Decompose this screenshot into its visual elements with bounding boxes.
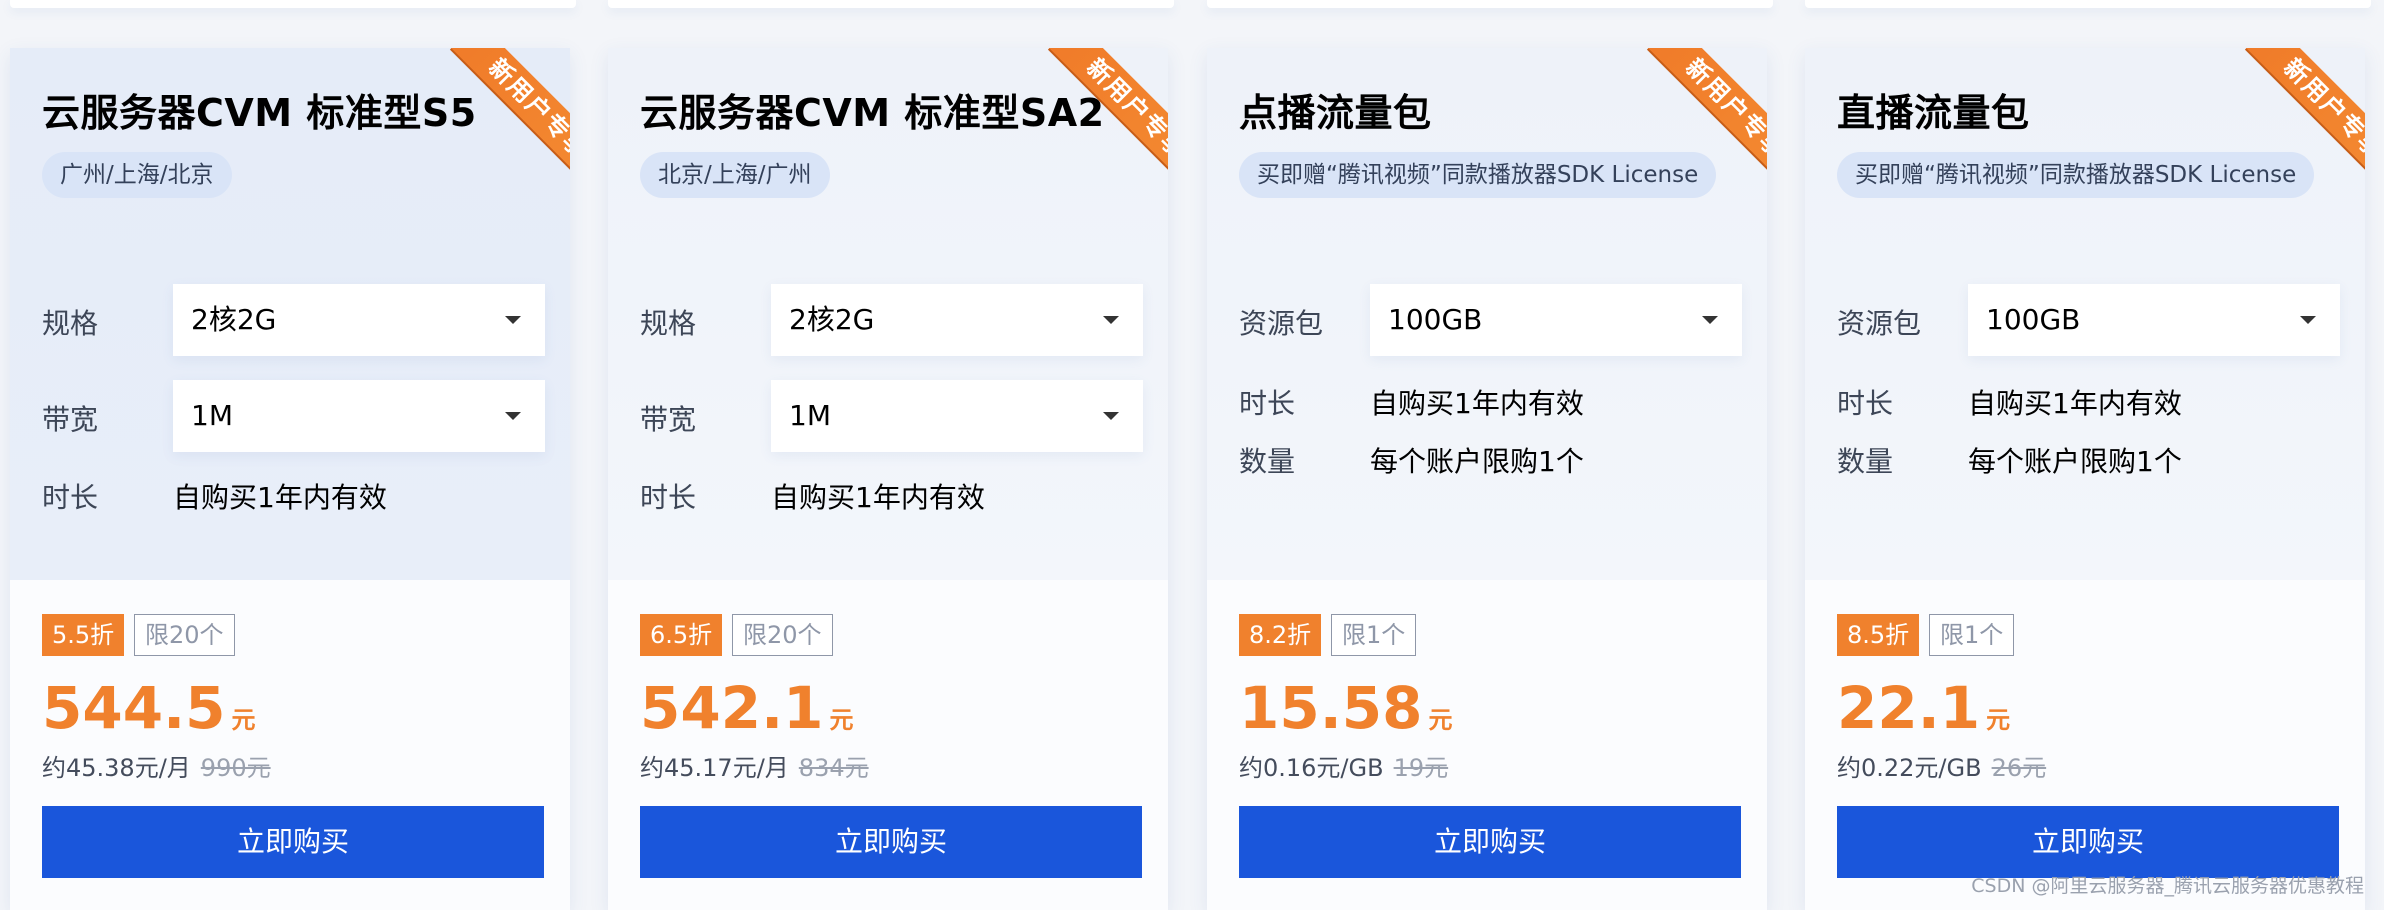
chevron-down-icon [1103, 412, 1119, 420]
per-unit-price: 约0.22元/GB [1837, 754, 1982, 782]
original-price: 990元 [200, 754, 271, 782]
buy-now-button[interactable]: 立即购买 [42, 806, 544, 878]
price: 544.5 元 [42, 674, 255, 742]
limit-badge: 限20个 [134, 614, 235, 656]
original-price: 26元 [1991, 754, 2047, 782]
price-value: 22.1 [1837, 674, 1981, 742]
price: 542.1 元 [640, 674, 853, 742]
per-unit-price: 约45.17元/月 [640, 754, 789, 782]
package-label: 资源包 [1239, 307, 1324, 340]
product-title: 云服务器CVM 标准型SA2 [640, 91, 1105, 135]
region-chip: 北京/上海/广州 [640, 152, 830, 198]
spec-label: 规格 [42, 307, 99, 340]
price-unit: 元 [829, 706, 854, 734]
product-title: 云服务器CVM 标准型S5 [42, 91, 477, 135]
price: 22.1 元 [1837, 674, 2010, 742]
price-unit: 元 [231, 706, 256, 734]
region-chip: 广州/上海/北京 [42, 152, 232, 198]
gift-chip: 买即赠“腾讯视频”同款播放器SDK License [1239, 152, 1717, 198]
product-card-cvm-s5: 新用户专享 云服务器CVM 标准型S5 广州/上海/北京 规格 2核2G 带宽 … [10, 48, 570, 910]
unit-price-line: 约0.16元/GB 19元 [1239, 748, 1448, 783]
package-select[interactable]: 100GB [1968, 284, 2340, 356]
product-grid: 新用户专享 云服务器CVM 标准型S5 广州/上海/北京 规格 2核2G 带宽 … [0, 0, 2384, 910]
discount-badge: 8.5折 [1837, 614, 1920, 656]
duration-label: 时长 [1239, 387, 1296, 420]
spec-value: 2核2G [191, 303, 277, 336]
duration-value: 自购买1年内有效 [1968, 387, 2182, 420]
discount-badge: 6.5折 [640, 614, 723, 656]
bandwidth-value: 1M [789, 399, 831, 432]
chevron-down-icon [505, 316, 521, 324]
chevron-down-icon [1103, 316, 1119, 324]
original-price: 19元 [1393, 754, 1449, 782]
quantity-value: 每个账户限购1个 [1370, 445, 1584, 478]
per-unit-price: 约45.38元/月 [42, 754, 191, 782]
duration-label: 时长 [42, 481, 99, 514]
package-value: 100GB [1388, 303, 1483, 336]
price-unit: 元 [1428, 706, 1453, 734]
quantity-label: 数量 [1837, 445, 1894, 478]
duration-value: 自购买1年内有效 [173, 481, 387, 514]
watermark: CSDN @阿里云服务器_腾讯云服务器优惠教程 [1971, 875, 2364, 897]
package-label: 资源包 [1837, 307, 1922, 340]
bandwidth-select[interactable]: 1M [771, 380, 1143, 452]
gift-chip: 买即赠“腾讯视频”同款播放器SDK License [1837, 152, 2315, 198]
price-value: 544.5 [42, 674, 226, 742]
limit-badge: 限1个 [1331, 614, 1417, 656]
quantity-label: 数量 [1239, 445, 1296, 478]
duration-value: 自购买1年内有效 [771, 481, 985, 514]
product-card-live-traffic: 新用户专享 直播流量包 买即赠“腾讯视频”同款播放器SDK License 资源… [1805, 48, 2365, 910]
product-title: 直播流量包 [1837, 91, 2030, 135]
limit-badge: 限20个 [732, 614, 833, 656]
buy-now-button[interactable]: 立即购买 [640, 806, 1142, 878]
previous-row-card [608, 0, 1174, 8]
spec-select[interactable]: 2核2G [173, 284, 545, 356]
chevron-down-icon [2300, 316, 2316, 324]
bandwidth-label: 带宽 [42, 403, 99, 436]
duration-value: 自购买1年内有效 [1370, 387, 1584, 420]
previous-row-card [1207, 0, 1773, 8]
product-title: 点播流量包 [1239, 91, 1432, 135]
per-unit-price: 约0.16元/GB [1239, 754, 1384, 782]
unit-price-line: 约0.22元/GB 26元 [1837, 748, 2046, 783]
quantity-value: 每个账户限购1个 [1968, 445, 2182, 478]
chevron-down-icon [1702, 316, 1718, 324]
bandwidth-label: 带宽 [640, 403, 697, 436]
package-select[interactable]: 100GB [1370, 284, 1742, 356]
bandwidth-select[interactable]: 1M [173, 380, 545, 452]
buy-now-button[interactable]: 立即购买 [1239, 806, 1741, 878]
unit-price-line: 约45.38元/月 990元 [42, 748, 271, 783]
spec-label: 规格 [640, 307, 697, 340]
limit-badge: 限1个 [1929, 614, 2015, 656]
duration-label: 时长 [1837, 387, 1894, 420]
product-card-vod-traffic: 新用户专享 点播流量包 买即赠“腾讯视频”同款播放器SDK License 资源… [1207, 48, 1767, 910]
chevron-down-icon [505, 412, 521, 420]
price: 15.58 元 [1239, 674, 1452, 742]
previous-row-card [1805, 0, 2371, 8]
package-value: 100GB [1986, 303, 2081, 336]
discount-badge: 8.2折 [1239, 614, 1322, 656]
spec-select[interactable]: 2核2G [771, 284, 1143, 356]
product-card-cvm-sa2: 新用户专享 云服务器CVM 标准型SA2 北京/上海/广州 规格 2核2G 带宽… [608, 48, 1168, 910]
duration-label: 时长 [640, 481, 697, 514]
buy-now-button[interactable]: 立即购买 [1837, 806, 2339, 878]
previous-row-card [10, 0, 576, 8]
spec-value: 2核2G [789, 303, 875, 336]
price-value: 542.1 [640, 674, 824, 742]
bandwidth-value: 1M [191, 399, 233, 432]
original-price: 834元 [798, 754, 869, 782]
price-value: 15.58 [1239, 674, 1423, 742]
price-unit: 元 [1986, 706, 2011, 734]
discount-badge: 5.5折 [42, 614, 125, 656]
unit-price-line: 约45.17元/月 834元 [640, 748, 869, 783]
